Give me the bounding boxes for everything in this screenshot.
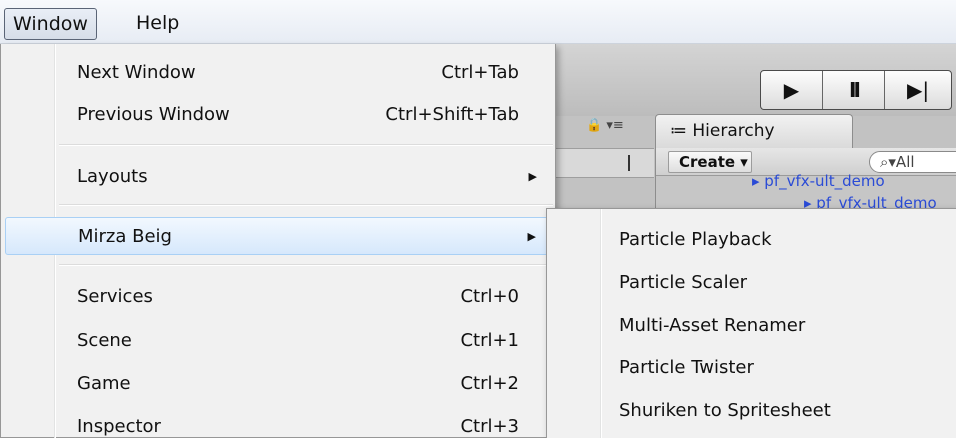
menu-item-previous-window[interactable]: Previous Window Ctrl+Shift+Tab	[5, 96, 553, 134]
pause-button[interactable]: II	[823, 71, 885, 109]
menu-separator	[59, 144, 553, 146]
submenu-item-particle-playback[interactable]: Particle Playback	[619, 221, 772, 259]
menu-item-shortcut: Ctrl+Tab	[441, 62, 519, 83]
menu-item-shortcut: Ctrl+0	[460, 286, 519, 307]
submenu-item-multi-asset-renamer[interactable]: Multi-Asset Renamer	[619, 307, 805, 345]
menu-item-label: Scene	[77, 330, 132, 351]
menu-item-label: Mirza Beig	[78, 226, 172, 247]
lock-icon[interactable]: 🔒 ▾≡	[586, 118, 624, 133]
menu-item-label: Game	[77, 373, 131, 394]
submenu-item-particle-scaler[interactable]: Particle Scaler	[619, 264, 747, 302]
menu-item-label: Services	[77, 286, 153, 307]
menu-item-shortcut: Ctrl+Shift+Tab	[385, 104, 519, 125]
pause-icon: II	[849, 78, 861, 102]
menu-item-services[interactable]: Services Ctrl+0	[5, 278, 553, 316]
menu-item-inspector[interactable]: Inspector Ctrl+3	[5, 408, 553, 438]
submenu-item-particle-twister[interactable]: Particle Twister	[619, 349, 754, 387]
scene-panel-toolbar	[548, 148, 654, 178]
menubar: Window Help	[0, 0, 956, 44]
menu-item-layouts[interactable]: Layouts ▶	[5, 158, 553, 196]
window-dropdown: Next Window Ctrl+Tab Previous Window Ctr…	[0, 44, 556, 438]
menu-item-label: Previous Window	[77, 104, 230, 125]
window-menu[interactable]: Window	[4, 8, 97, 40]
menu-item-label: Inspector	[77, 416, 161, 437]
playback-controls: ▶ II ▶|	[760, 70, 952, 110]
step-button[interactable]: ▶|	[885, 71, 951, 109]
menu-item-shortcut: Ctrl+2	[460, 373, 519, 394]
create-button[interactable]: Create ▾	[668, 151, 752, 173]
play-button[interactable]: ▶	[761, 71, 823, 109]
play-icon: ▶	[783, 78, 800, 102]
submenu-arrow-icon: ▶	[527, 230, 536, 243]
hierarchy-row[interactable]: ▸ pf_vfx-ult_demo	[752, 172, 885, 190]
help-menu[interactable]: Help	[128, 8, 187, 40]
menu-item-next-window[interactable]: Next Window Ctrl+Tab	[5, 54, 553, 92]
menu-separator	[59, 204, 553, 206]
hierarchy-search-input[interactable]: ⌕▾All	[869, 151, 956, 173]
mirza-beig-submenu: Particle Playback Particle Scaler Multi-…	[546, 208, 956, 438]
menu-item-shortcut: Ctrl+3	[460, 416, 519, 437]
menu-item-label: Next Window	[77, 62, 196, 83]
menu-separator	[59, 264, 553, 266]
submenu-arrow-icon: ▶	[528, 170, 537, 183]
menu-item-scene[interactable]: Scene Ctrl+1	[5, 322, 553, 360]
submenu-item-shuriken-to-spritesheet[interactable]: Shuriken to Spritesheet	[619, 392, 831, 430]
menu-item-mirza-beig[interactable]: Mirza Beig ▶	[5, 217, 553, 255]
step-icon: ▶|	[906, 78, 930, 102]
tab-hierarchy[interactable]: ≔ Hierarchy	[655, 114, 853, 148]
menu-item-game[interactable]: Game Ctrl+2	[5, 365, 553, 403]
menu-item-shortcut: Ctrl+1	[460, 330, 519, 351]
menu-item-label: Layouts	[77, 166, 148, 187]
